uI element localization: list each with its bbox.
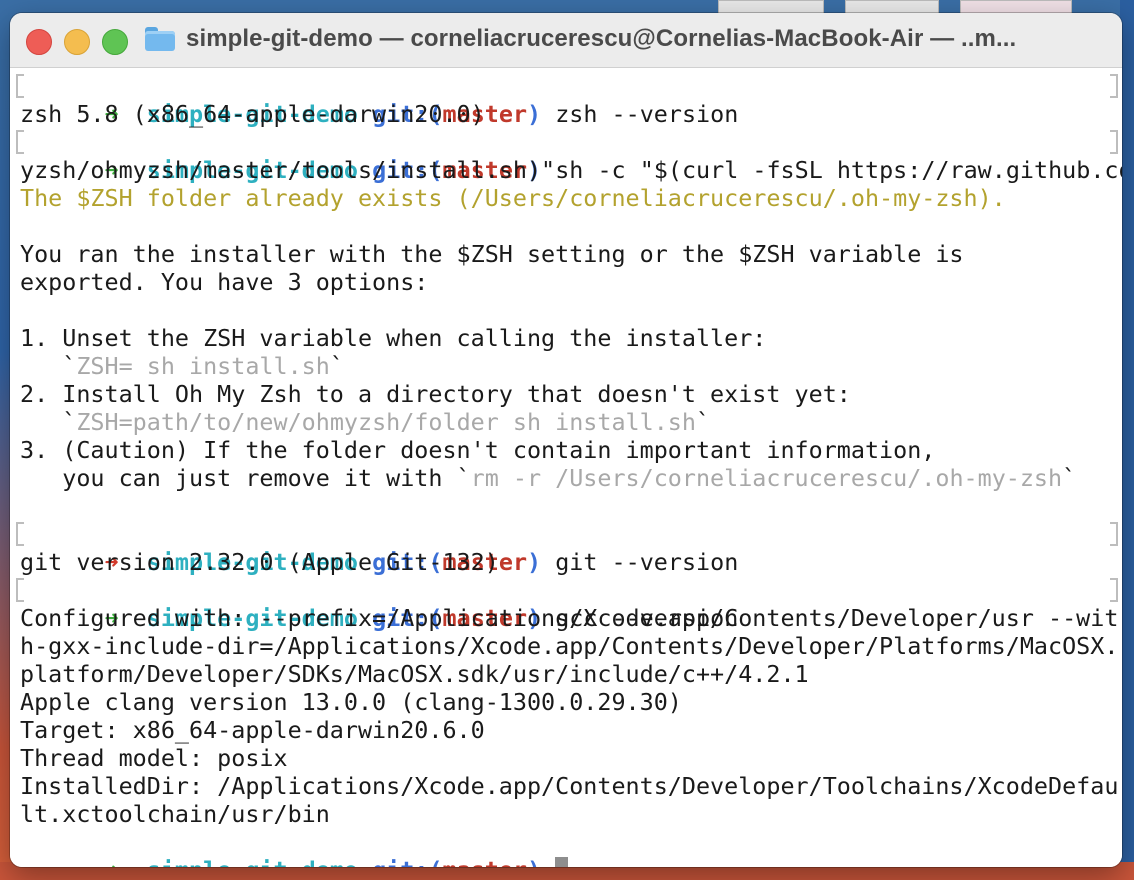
prompt-line: ➜ simple-git-demo git:(master) git --ver… xyxy=(16,520,1120,576)
mark-bracket xyxy=(1110,130,1118,154)
prompt-line: ➜ simple-git-demo git:(master) gcc --ver… xyxy=(16,576,1120,632)
output-line: Configured with: --prefix=/Applications/… xyxy=(20,604,1119,632)
output-line: You ran the installer with the $ZSH sett… xyxy=(20,240,964,268)
backtick: ` xyxy=(20,352,77,380)
desktop-background xyxy=(1120,0,1134,880)
backtick: ` xyxy=(329,352,344,380)
window-title: simple-git-demo — corneliacrucerescu@Cor… xyxy=(186,25,1017,52)
backtick: ` xyxy=(1062,464,1077,492)
prompt-git-close: ) xyxy=(527,856,541,867)
prompt-directory: simple-git-demo xyxy=(147,856,358,867)
prompt-git-label: git:( xyxy=(372,856,442,867)
option-line: 3. (Caution) If the folder doesn't conta… xyxy=(20,436,936,464)
output-line: platform/Developer/SDKs/MacOSX.sdk/usr/i… xyxy=(20,660,809,688)
output-line: yzsh/ohmyzsh/master/tools/install.sh)" xyxy=(20,156,556,184)
option-text: you can just remove it with ` xyxy=(20,464,471,492)
text-cursor[interactable] xyxy=(555,857,569,867)
mark-bracket xyxy=(1110,74,1118,98)
output-line: Thread model: posix xyxy=(20,744,288,772)
output-line: zsh 5.8 (x86_64-apple-darwin20.0) xyxy=(20,100,485,128)
option-command-line: `ZSH= sh install.sh` xyxy=(20,352,1120,380)
close-button[interactable] xyxy=(26,29,52,55)
mark-bracket xyxy=(16,578,24,602)
minimize-button[interactable] xyxy=(64,29,90,55)
mark-bracket xyxy=(16,130,24,154)
output-line: InstalledDir: /Applications/Xcode.app/Co… xyxy=(20,772,1119,800)
option-command-line: you can just remove it with `rm -r /User… xyxy=(20,464,1120,492)
output-line: Apple clang version 13.0.0 (clang-1300.0… xyxy=(20,688,682,716)
option-line: 1. Unset the ZSH variable when calling t… xyxy=(20,324,767,352)
title-bar[interactable]: simple-git-demo — corneliacrucerescu@Cor… xyxy=(10,13,1122,68)
output-line: exported. You have 3 options: xyxy=(20,268,429,296)
mark-bracket xyxy=(16,74,24,98)
backtick: ` xyxy=(695,408,711,436)
prompt-line: ➜ simple-git-demo git:(master) sh -c "$(… xyxy=(16,128,1122,184)
zoom-button[interactable] xyxy=(102,29,128,55)
prompt-line: ➜ simple-git-demo git:(master) zsh --ver… xyxy=(16,72,1120,128)
output-line: h-gxx-include-dir=/Applications/Xcode.ap… xyxy=(20,632,1119,660)
prompt-arrow-success: ➜ xyxy=(105,856,119,867)
option-command-line: `ZSH=path/to/new/ohmyzsh/folder sh insta… xyxy=(20,408,1120,436)
output-line: git version 2.32.0 (Apple Git-132) xyxy=(20,548,499,576)
terminal-output[interactable]: ➜ simple-git-demo git:(master) zsh --ver… xyxy=(10,68,1122,867)
mark-bracket xyxy=(1110,522,1118,546)
output-line: Target: x86_64-apple-darwin20.6.0 xyxy=(20,716,485,744)
warning-line: The $ZSH folder already exists (/Users/c… xyxy=(20,184,1006,212)
folder-icon xyxy=(144,26,176,52)
mark-bracket xyxy=(16,522,24,546)
backtick: ` xyxy=(20,408,77,436)
mark-bracket xyxy=(1110,578,1118,602)
inline-command: ZSH= sh install.sh xyxy=(76,352,330,380)
current-prompt-line[interactable]: ➜ simple-git-demo git:(master) xyxy=(20,828,1120,867)
output-line: lt.xctoolchain/usr/bin xyxy=(20,800,330,828)
inline-command: ZSH=path/to/new/ohmyzsh/folder sh instal… xyxy=(76,408,696,436)
terminal-window[interactable]: simple-git-demo — corneliacrucerescu@Cor… xyxy=(10,13,1122,867)
option-line: 2. Install Oh My Zsh to a directory that… xyxy=(20,380,851,408)
inline-command: rm -r /Users/corneliacrucerescu/.oh-my-z… xyxy=(470,464,1063,492)
prompt-branch: master xyxy=(443,856,528,867)
